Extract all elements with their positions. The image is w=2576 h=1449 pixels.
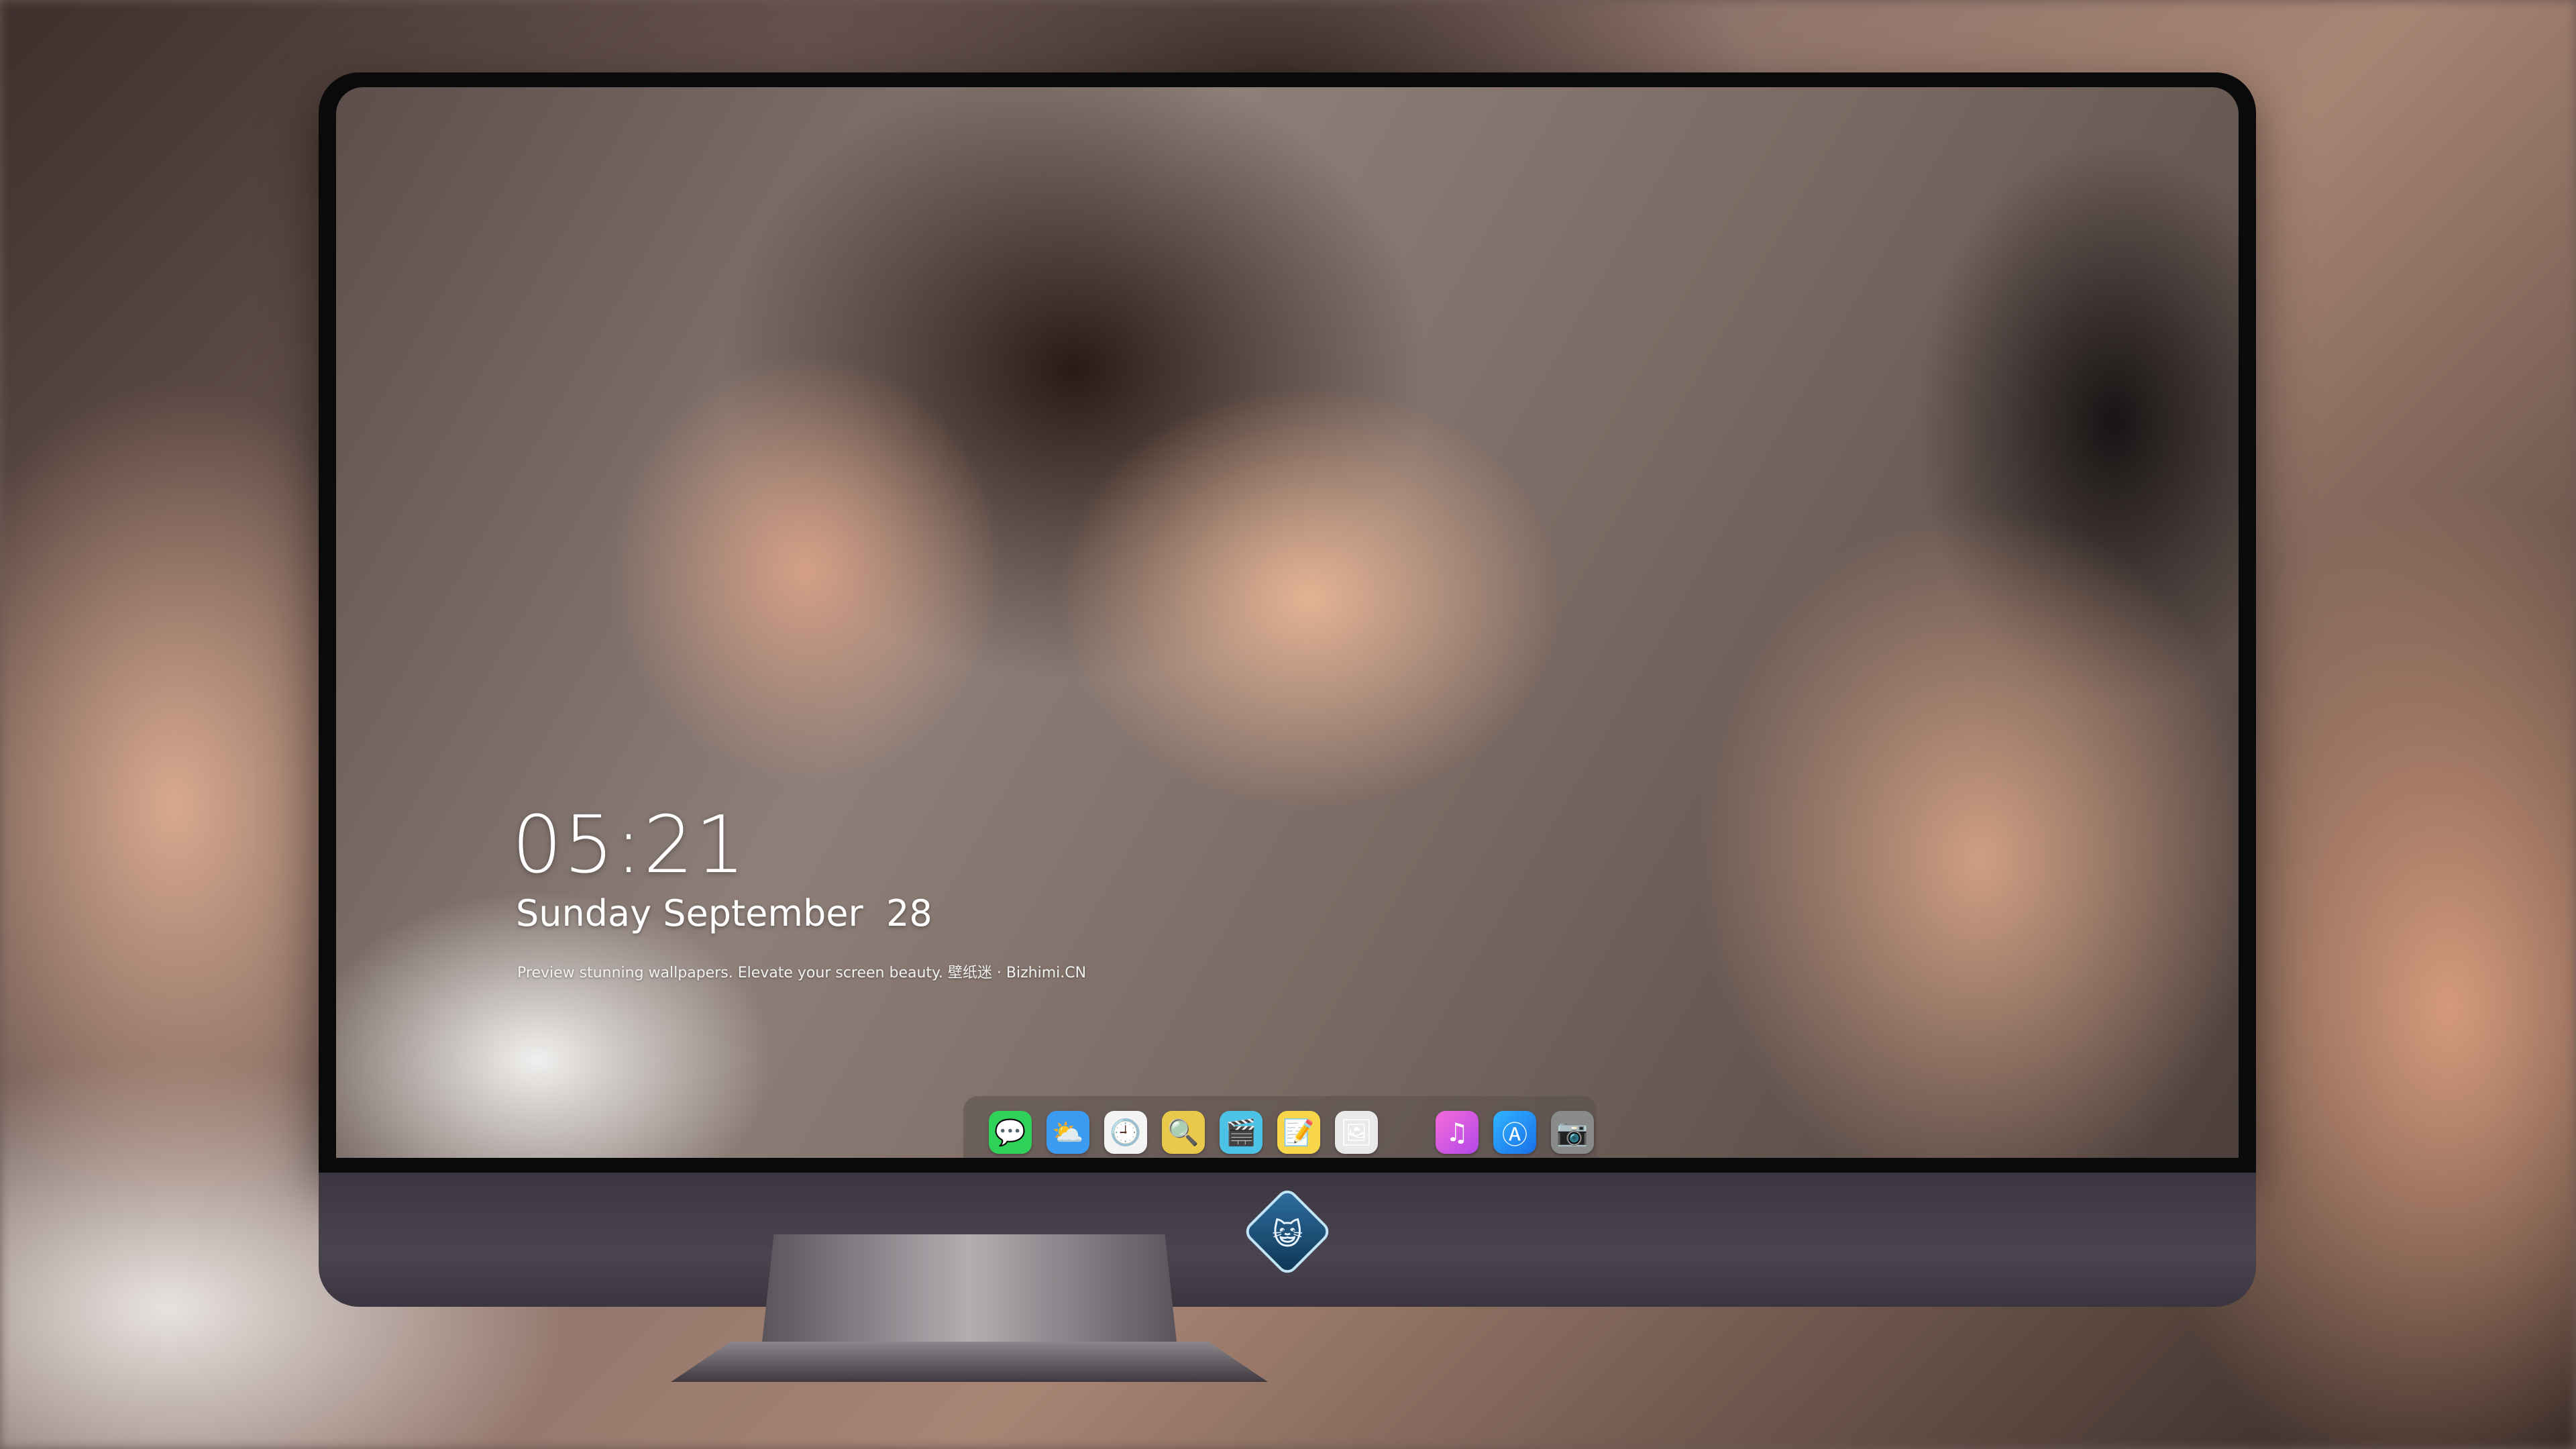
preview-icon[interactable]: 🔍 bbox=[1162, 1111, 1205, 1154]
video-editor-icon[interactable]: 🎬 bbox=[1220, 1111, 1263, 1154]
lockscreen-tagline: Preview stunning wallpapers. Elevate you… bbox=[517, 965, 1087, 981]
app-store-icon[interactable]: Ⓐ bbox=[1493, 1111, 1536, 1154]
lockscreen-date: Sunday September 28 bbox=[516, 892, 932, 934]
desktop-screen: 05:21 Sunday September 28 Preview stunni… bbox=[336, 87, 2239, 1158]
monitor-stand-base bbox=[671, 1342, 1268, 1382]
camera-icon[interactable]: 📷 bbox=[1551, 1111, 1594, 1154]
music-icon[interactable]: ♫ bbox=[1436, 1111, 1479, 1154]
lockscreen-time: 05:21 bbox=[512, 798, 747, 891]
monitor-stand-neck bbox=[761, 1234, 1177, 1348]
clock-icon[interactable]: 🕘 bbox=[1104, 1111, 1147, 1154]
photo-gallery-icon[interactable]: 🖼 bbox=[1335, 1111, 1378, 1154]
dock: 💬 ⛅ 🕘 🔍 🎬 📝 🖼 ♫ Ⓐ 📷 bbox=[963, 1096, 1597, 1158]
imac-monitor: 05:21 Sunday September 28 Preview stunni… bbox=[319, 72, 2256, 1307]
notes-icon[interactable]: 📝 bbox=[1277, 1111, 1320, 1154]
monitor-bezel: 05:21 Sunday September 28 Preview stunni… bbox=[319, 72, 2256, 1173]
mascot-face-icon: 😺 bbox=[1272, 1217, 1303, 1252]
messages-icon[interactable]: 💬 bbox=[989, 1111, 1032, 1154]
weather-icon[interactable]: ⛅ bbox=[1046, 1111, 1089, 1154]
